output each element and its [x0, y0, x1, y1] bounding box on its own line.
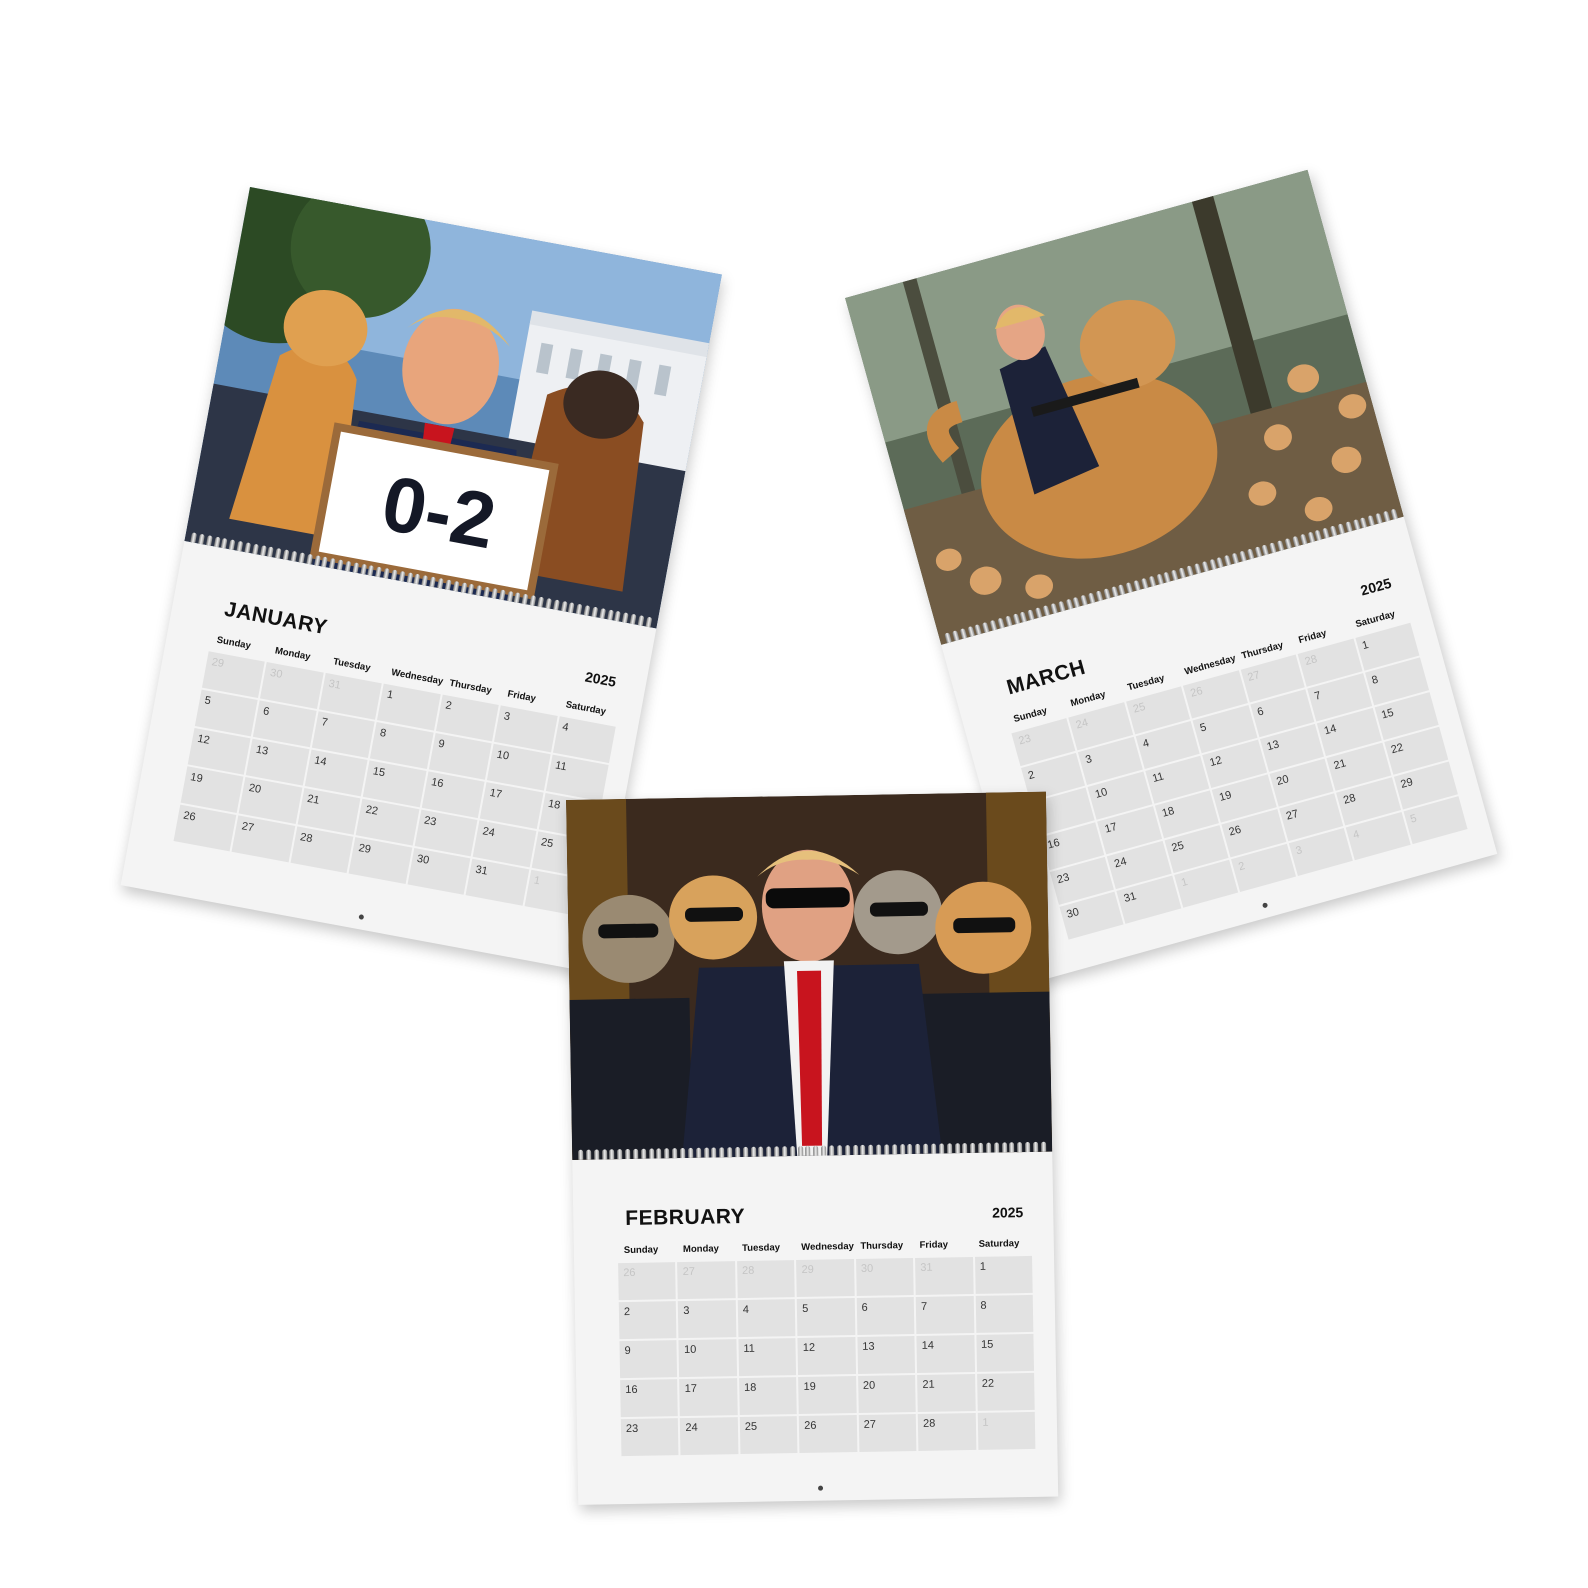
spiral-coil	[593, 1149, 600, 1160]
day-cell: 29	[348, 837, 413, 884]
day-cell: 17	[679, 1378, 738, 1417]
weekday-label: Friday	[919, 1239, 949, 1251]
month-title: JANUARY	[222, 597, 330, 640]
day-cell: 24	[680, 1417, 739, 1456]
day-cell: 22	[976, 1372, 1035, 1411]
day-cell: 28	[290, 826, 354, 874]
day-cell: 15	[975, 1333, 1035, 1372]
month-title: MARCH	[1004, 655, 1089, 700]
year-label: 2025	[1358, 574, 1394, 599]
day-cell: 28	[917, 1412, 976, 1451]
day-cell: 27	[677, 1261, 736, 1300]
day-cell: 1	[974, 1255, 1033, 1294]
day-cell: 5	[797, 1298, 856, 1337]
weekday-label: Tuesday	[332, 656, 372, 674]
day-cell: 4	[737, 1299, 796, 1338]
day-cell: 30	[407, 847, 471, 895]
day-cell: 3	[678, 1300, 737, 1339]
day-cell: 27	[858, 1413, 917, 1452]
day-cell: 20	[857, 1374, 916, 1413]
year-label: 2025	[991, 1204, 1024, 1221]
weekday-label: Sunday	[623, 1244, 659, 1257]
day-cell: 13	[857, 1335, 916, 1374]
day-cell: 26	[799, 1415, 858, 1454]
day-cell: 31	[465, 858, 529, 906]
day-cell: 26	[618, 1262, 677, 1301]
day-cell: 10	[678, 1339, 737, 1378]
spiral-coil	[578, 1149, 584, 1160]
day-cell: 1	[977, 1411, 1036, 1450]
weekday-header: Sunday Monday Tuesday Wednesday Thursday Frid…	[618, 1238, 1032, 1256]
day-cell: 21	[917, 1373, 976, 1412]
day-cell: 28	[736, 1260, 795, 1299]
weekday-label: Tuesday	[742, 1242, 781, 1254]
weekday-label: Wednesday	[801, 1241, 854, 1253]
weekday-label: Monday	[274, 645, 312, 663]
february-photo-illustration	[566, 791, 1053, 1160]
day-cell: 31	[915, 1256, 974, 1295]
day-cell: 16	[620, 1379, 679, 1418]
weekday-label: Saturday	[564, 699, 607, 718]
month-title: FEBRUARY	[625, 1204, 746, 1231]
hanging-hole	[1262, 902, 1269, 909]
hanging-hole	[358, 914, 365, 920]
day-cell: 14	[916, 1334, 975, 1373]
weekday-label: Wednesday	[390, 666, 445, 688]
day-cell: 11	[738, 1338, 797, 1377]
day-cell: 23	[620, 1418, 679, 1457]
day-cell: 29	[796, 1259, 855, 1298]
february-grid-area: FEBRUARY 2025 Sunday Monday Tuesday Wednesd…	[572, 1152, 1058, 1505]
weekday-label: Saturday	[978, 1238, 1020, 1250]
day-cell: 9	[619, 1340, 678, 1379]
day-cell: 30	[855, 1258, 914, 1297]
day-cell: 12	[797, 1337, 856, 1376]
year-label: 2025	[583, 668, 618, 690]
weekday-label: Sunday	[215, 634, 252, 652]
day-cell: 18	[738, 1377, 798, 1416]
weekday-label: Thursday	[860, 1240, 904, 1252]
hanging-hole	[818, 1485, 824, 1491]
weekday-label: Friday	[506, 688, 537, 705]
day-cell: 2	[618, 1301, 677, 1340]
day-cell: 19	[798, 1376, 857, 1415]
day-cell: 6	[856, 1297, 915, 1336]
spiral-coil	[585, 1149, 592, 1160]
day-grid: 26 27 28 29 30 31 1 2 3 4 5 6 7 8 9 10 11 12 13 14 15 16 17 18 1…	[618, 1255, 1036, 1457]
weekday-label: Monday	[682, 1243, 719, 1256]
day-cell: 26	[173, 804, 237, 852]
day-grid: 29 30 31 1 2 3 4 5 6 7 8 9 10 11 12 13 14 15 16 17 18 19 20 21 2…	[173, 651, 616, 917]
day-cell: 27	[231, 815, 296, 863]
february-photo	[566, 791, 1053, 1160]
day-cell: 25	[739, 1416, 798, 1455]
day-cell: 7	[915, 1295, 974, 1334]
day-cell: 8	[975, 1294, 1034, 1333]
calendar-page-february: FEBRUARY 2025 Sunday Monday Tuesday Wednesd…	[566, 791, 1059, 1505]
weekday-label: Thursday	[448, 677, 493, 697]
